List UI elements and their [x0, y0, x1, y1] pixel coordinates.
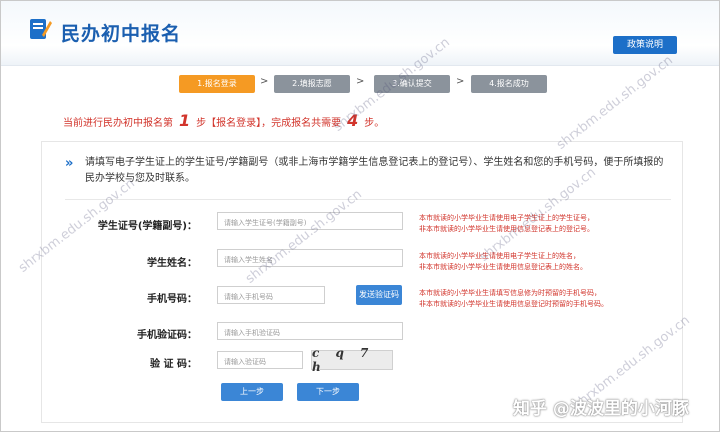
- chevron-right-icon: >: [260, 76, 269, 87]
- hint-line: 非本市就读的小学毕业生请使用信息登记时预留的手机号码。: [419, 300, 608, 308]
- send-code-button[interactable]: 发送验证码: [356, 285, 402, 305]
- phone-label: 手机号码：: [147, 294, 197, 305]
- page-frame: 民办初中报名 政策说明 1.报名登录 > 2.填报志愿 > 3.确认提交 > 4…: [0, 0, 720, 432]
- sms-code-label: 手机验证码：: [137, 330, 197, 341]
- prev-button[interactable]: 上一步: [221, 383, 283, 401]
- divider: [65, 199, 671, 200]
- hint-line: 本市就读的小学毕业生请填写信息修为时预留的手机号码，: [419, 289, 601, 297]
- progress-middle: 步【报名登录】，完成报名共需要: [196, 118, 342, 129]
- phone-input[interactable]: 请输入手机号码: [217, 286, 325, 304]
- hint-line: 非本市就读的小学毕业生请使用信息登记表上的登记号。: [419, 225, 594, 233]
- hint-line: 非本市就读的小学毕业生请使用信息登记表上的姓名。: [419, 263, 587, 271]
- student-id-hint: 本市就读的小学毕业生请使用电子学生证上的学生证号， 非本市就读的小学毕业生请使用…: [419, 213, 679, 235]
- captcha-text: c q 7 h: [312, 346, 375, 374]
- pencil-logo-icon: [30, 19, 52, 39]
- top-bar: 民办初中报名 政策说明: [1, 1, 719, 66]
- student-name-label: 学生姓名：: [147, 258, 197, 269]
- chevron-right-icon: >: [356, 76, 365, 87]
- zhihu-overlay: 知乎 @波波里的小河豚: [513, 399, 689, 419]
- watermark: shrxbm.edu.sh.gov.cn: [554, 52, 676, 153]
- phone-hint: 本市就读的小学毕业生请填写信息修为时预留的手机号码， 非本市就读的小学毕业生请使…: [419, 288, 679, 310]
- student-name-input[interactable]: 请输入学生姓名: [217, 249, 403, 267]
- brand-title: 民办初中报名: [61, 23, 182, 45]
- next-button[interactable]: 下一步: [297, 383, 359, 401]
- progress-current: 1: [179, 111, 191, 130]
- step-indicator: 1.报名登录 > 2.填报志愿 > 3.确认提交 > 4.报名成功: [1, 75, 719, 95]
- step-preferences: 2.填报志愿: [274, 75, 350, 93]
- hint-line: 本市就读的小学毕业生请使用电子学生证上的姓名，: [419, 252, 580, 260]
- policy-button[interactable]: 政策说明: [613, 36, 677, 54]
- student-name-hint: 本市就读的小学毕业生请使用电子学生证上的姓名， 非本市就读的小学毕业生请使用信息…: [419, 251, 679, 273]
- step-login: 1.报名登录: [179, 75, 255, 93]
- double-chevron-icon: »: [65, 156, 74, 171]
- progress-prefix: 当前进行民办初中报名第: [63, 118, 173, 129]
- sms-code-input[interactable]: 请输入手机验证码: [217, 322, 403, 340]
- captcha-image[interactable]: c q 7 h: [311, 346, 393, 374]
- chevron-right-icon: >: [456, 76, 465, 87]
- captcha-label: 验 证 码：: [150, 359, 197, 370]
- captcha-input[interactable]: 请输入验证码: [217, 351, 303, 369]
- progress-suffix: 步。: [364, 118, 385, 129]
- step-success: 4.报名成功: [471, 75, 547, 93]
